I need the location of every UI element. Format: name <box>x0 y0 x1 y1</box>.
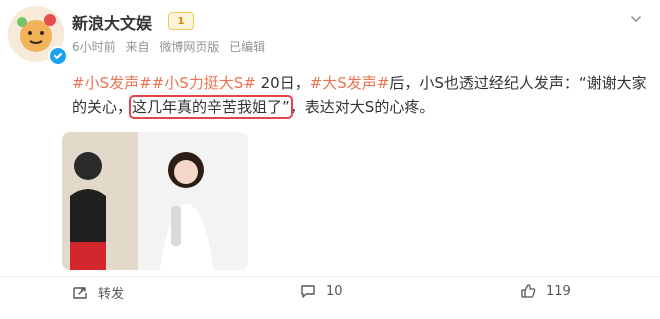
post-meta: 6小时前 来自 微博网页版 已编辑 <box>72 38 271 55</box>
text-segment: 20日， <box>255 74 310 92</box>
text-segment: ，表达对大S的心疼。 <box>289 98 435 116</box>
like-count: 119 <box>546 283 571 299</box>
post-time[interactable]: 6小时前 <box>72 40 116 54</box>
share-icon <box>73 286 87 299</box>
share-label: 转发 <box>98 287 125 302</box>
post-text: #小S发声##小S力挺大S# 20日，#大S发声#后，小S也透过经纪人发声：“谢… <box>72 71 652 119</box>
comment-button[interactable]: 10 <box>300 283 343 299</box>
chevron-down-icon <box>631 16 641 22</box>
comment-count: 10 <box>326 283 343 299</box>
post-image[interactable] <box>62 132 248 270</box>
share-button[interactable]: 转发 <box>72 283 124 302</box>
post-edited[interactable]: 已编辑 <box>229 40 265 54</box>
level-badge-text: 1 <box>177 15 185 27</box>
weibo-post-card: 新浪大文娱 1 6小时前 来自 微博网页版 已编辑 #小S发声##小S力挺大S#… <box>0 0 660 319</box>
post-actions: 转发 10 119 <box>0 276 660 307</box>
post-source[interactable]: 微博网页版 <box>159 40 219 54</box>
post-source-prefix: 来自 <box>125 40 150 54</box>
like-icon <box>521 284 536 298</box>
topic-link[interactable]: #小S力挺大S# <box>152 74 256 92</box>
post-photo <box>62 132 248 270</box>
topic-link[interactable]: #大S发声# <box>310 74 390 92</box>
like-button[interactable]: 119 <box>520 283 571 299</box>
comment-icon <box>301 285 315 298</box>
username[interactable]: 新浪大文娱 <box>72 10 152 34</box>
highlighted-quote: 这几年真的辛苦我姐了” <box>129 95 293 119</box>
more-menu-button[interactable] <box>630 10 642 22</box>
level-badge[interactable]: 1 <box>168 12 194 30</box>
topic-link[interactable]: #小S发声# <box>72 74 152 92</box>
verified-check-icon <box>54 53 62 59</box>
verified-badge <box>48 46 68 66</box>
